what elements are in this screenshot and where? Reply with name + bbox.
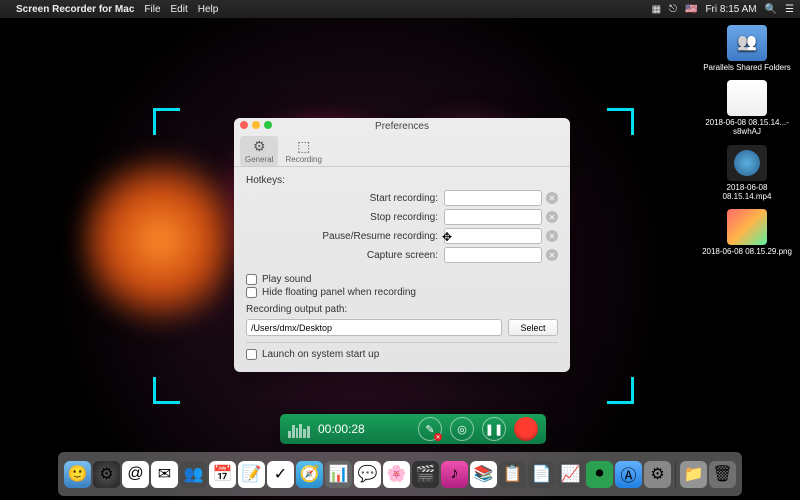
start-recording-label: Start recording: — [246, 193, 444, 204]
desktop: Screen Recorder for Mac File Edit Help ▦… — [0, 0, 800, 500]
launch-startup-checkbox[interactable] — [246, 349, 257, 360]
clear-hotkey-button[interactable]: ✕ — [546, 249, 558, 261]
flag-icon[interactable]: 🇺🇸 — [685, 4, 697, 15]
dock-finder[interactable]: 🙂 — [64, 461, 91, 488]
spotlight-icon[interactable]: 🔍 — [765, 4, 777, 15]
select-path-button[interactable]: Select — [508, 319, 558, 336]
dock-recorder[interactable]: ⏺ — [586, 461, 613, 488]
dock-app[interactable]: 📊 — [325, 461, 352, 488]
image-icon — [727, 209, 767, 245]
menubar: Screen Recorder for Mac File Edit Help ▦… — [0, 0, 800, 18]
app-name[interactable]: Screen Recorder for Mac — [16, 4, 134, 15]
dock-app[interactable]: ✓ — [267, 461, 294, 488]
screenshot-button[interactable]: ◎ — [450, 417, 474, 441]
video-icon — [727, 145, 767, 181]
status-icon[interactable]: ⎋ — [669, 4, 677, 15]
dock-app[interactable]: ✉ — [151, 461, 178, 488]
play-sound-checkbox[interactable] — [246, 274, 257, 285]
dock-app[interactable]: ⚙ — [93, 461, 120, 488]
dock-app[interactable]: 📋 — [499, 461, 526, 488]
icon-label: Parallels Shared Folders — [703, 63, 791, 72]
clear-hotkey-button[interactable]: ✕ — [546, 192, 558, 204]
clock[interactable]: Fri 8:15 AM — [705, 4, 756, 15]
titlebar[interactable]: Preferences — [234, 118, 570, 134]
minimize-button[interactable] — [252, 121, 260, 129]
tab-general[interactable]: ⚙ General — [240, 136, 278, 166]
capture-screen-label: Capture screen: — [246, 250, 444, 261]
play-sound-label: Play sound — [262, 274, 311, 285]
dock: 🙂 ⚙ @ ✉ 👥 📅 📝 ✓ 🧭 📊 💬 🌸 🎬 ♪ 📚 📋 📄 📈 ⏺ Ⓐ … — [58, 452, 742, 496]
audio-meter — [288, 420, 310, 438]
start-recording-input[interactable] — [444, 190, 542, 206]
tab-label: General — [245, 155, 273, 164]
notifications-icon[interactable]: ☰ — [785, 4, 794, 15]
preferences-window: Preferences ⚙ General ⬚ Recording Hotkey… — [234, 118, 570, 372]
corner-handle[interactable] — [153, 377, 180, 404]
desktop-icon-mp4[interactable]: 2018-06-08 08.15.14.mp4 — [702, 145, 792, 201]
dock-app[interactable]: 📝 — [238, 461, 265, 488]
dock-app[interactable]: 📅 — [209, 461, 236, 488]
dock-app[interactable]: 📄 — [528, 461, 555, 488]
hide-panel-label: Hide floating panel when recording — [262, 287, 416, 298]
pause-recording-input[interactable] — [444, 228, 542, 244]
zoom-button[interactable] — [264, 121, 272, 129]
stop-recording-label: Stop recording: — [246, 212, 444, 223]
folder-icon — [727, 25, 767, 61]
divider — [246, 342, 558, 343]
desktop-icon-file[interactable]: 2018-06-08 08.15.14...-s8whAJ — [702, 80, 792, 136]
output-path-label: Recording output path: — [246, 304, 558, 315]
icon-label: 2018-06-08 08.15.14...-s8whAJ — [702, 118, 792, 136]
dock-app[interactable]: 🌸 — [383, 461, 410, 488]
dock-safari[interactable]: 🧭 — [296, 461, 323, 488]
dock-app[interactable]: @ — [122, 461, 149, 488]
status-icon[interactable]: ▦ — [652, 4, 661, 15]
tab-recording[interactable]: ⬚ Recording — [280, 136, 326, 166]
menu-edit[interactable]: Edit — [171, 4, 188, 15]
dock-app[interactable]: 🎬 — [412, 461, 439, 488]
desktop-icon-folder[interactable]: Parallels Shared Folders — [702, 25, 792, 72]
dock-downloads[interactable]: 📁 — [680, 461, 707, 488]
corner-handle[interactable] — [607, 377, 634, 404]
stop-recording-input[interactable] — [444, 209, 542, 225]
capture-screen-input[interactable] — [444, 247, 542, 263]
menu-file[interactable]: File — [144, 4, 160, 15]
dock-trash[interactable]: 🗑 — [709, 461, 736, 488]
prefs-toolbar: ⚙ General ⬚ Recording — [234, 134, 570, 166]
pause-recording-label: Pause/Resume recording: — [246, 231, 444, 242]
window-title: Preferences — [375, 121, 429, 132]
corner-handle[interactable] — [607, 108, 634, 135]
corner-handle[interactable] — [153, 108, 180, 135]
desktop-icon-png[interactable]: 2018-06-08 08.15.29.png — [702, 209, 792, 256]
gear-icon: ⚙ — [253, 138, 266, 155]
icon-label: 2018-06-08 08.15.29.png — [702, 247, 792, 256]
dock-separator — [675, 461, 676, 487]
dock-app[interactable]: 👥 — [180, 461, 207, 488]
dock-settings[interactable]: ⚙ — [644, 461, 671, 488]
file-icon — [727, 80, 767, 116]
clear-hotkey-button[interactable]: ✕ — [546, 230, 558, 242]
dock-appstore[interactable]: Ⓐ — [615, 461, 642, 488]
annotation-button[interactable]: ✎✕ — [418, 417, 442, 441]
hide-panel-checkbox[interactable] — [246, 287, 257, 298]
dock-app[interactable]: 📈 — [557, 461, 584, 488]
record-stop-button[interactable] — [514, 417, 538, 441]
output-path-input[interactable] — [246, 319, 502, 336]
recording-toolbar[interactable]: 00:00:28 ✎✕ ◎ ❚❚ — [280, 414, 546, 444]
menu-help[interactable]: Help — [198, 4, 219, 15]
pause-button[interactable]: ❚❚ — [482, 417, 506, 441]
desktop-icons: Parallels Shared Folders 2018-06-08 08.1… — [702, 25, 792, 256]
clear-hotkey-button[interactable]: ✕ — [546, 211, 558, 223]
icon-label: 2018-06-08 08.15.14.mp4 — [702, 183, 792, 201]
tab-label: Recording — [285, 155, 321, 164]
dock-app[interactable]: 📚 — [470, 461, 497, 488]
recording-timer: 00:00:28 — [318, 422, 365, 436]
launch-startup-label: Launch on system start up — [262, 349, 379, 360]
close-button[interactable] — [240, 121, 248, 129]
dock-app[interactable]: 💬 — [354, 461, 381, 488]
hotkeys-label: Hotkeys: — [246, 175, 558, 186]
camera-icon: ⬚ — [297, 138, 310, 155]
dock-itunes[interactable]: ♪ — [441, 461, 468, 488]
